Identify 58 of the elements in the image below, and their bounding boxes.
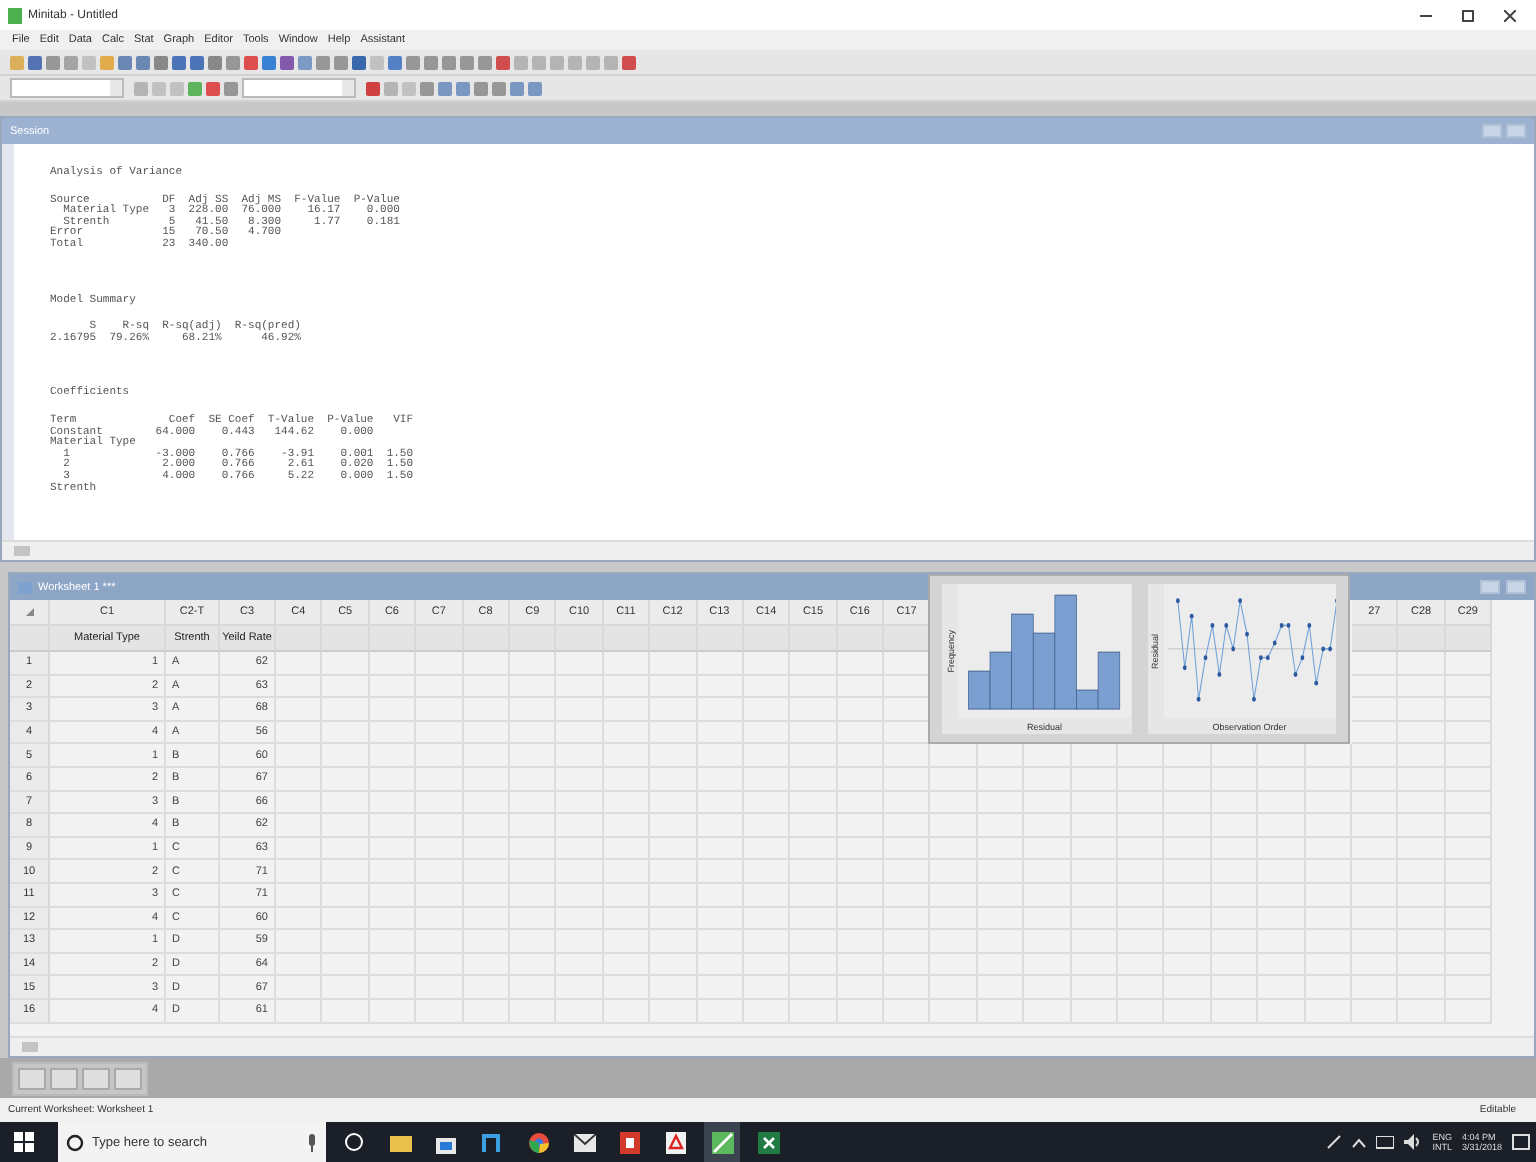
column-name-cell[interactable] (463, 626, 510, 652)
column-name-cell[interactable] (556, 626, 604, 652)
select-all-cell[interactable] (10, 600, 50, 626)
triangle-icon (25, 608, 33, 616)
table-cell[interactable] (743, 652, 791, 676)
search-icon (66, 1133, 84, 1151)
table-cell[interactable] (790, 652, 838, 676)
column-name-cell[interactable] (603, 626, 651, 652)
dropdown-field[interactable] (10, 78, 124, 98)
table-cell[interactable] (650, 652, 698, 676)
column-name-cell[interactable] (509, 626, 557, 652)
windows-logo-icon (14, 1132, 34, 1152)
table-cell[interactable] (509, 652, 557, 676)
column-name-cell[interactable] (790, 626, 838, 652)
column-name-cell[interactable] (1398, 626, 1446, 652)
volume-icon[interactable] (1404, 1134, 1423, 1150)
table-cell[interactable] (276, 652, 323, 676)
minimized-window-button[interactable] (114, 1067, 142, 1089)
column-name-cell[interactable] (322, 626, 370, 652)
table-cell[interactable] (369, 652, 417, 676)
tray-chevron-icon[interactable] (1352, 1137, 1367, 1147)
microphone-icon (306, 1133, 318, 1151)
table-cell[interactable] (1445, 652, 1493, 676)
dropdown-field[interactable] (242, 78, 356, 98)
column-name-cell[interactable] (743, 626, 791, 652)
table-cell[interactable] (322, 652, 370, 676)
close-icon (1504, 9, 1516, 21)
column-name-cell[interactable] (1445, 626, 1493, 652)
maximize-icon (1462, 9, 1474, 21)
table-cell[interactable] (556, 652, 604, 676)
table-cell[interactable] (416, 652, 464, 676)
corner-cell (10, 626, 50, 652)
table-cell[interactable] (463, 652, 510, 676)
column-name-cell[interactable] (837, 626, 885, 652)
table-cell[interactable] (603, 652, 651, 676)
column-name-cell[interactable] (369, 626, 417, 652)
network-icon[interactable] (1376, 1135, 1395, 1149)
table-cell[interactable] (1351, 744, 1399, 768)
column-name-cell[interactable] (650, 626, 698, 652)
table-cell[interactable] (697, 652, 744, 676)
minimized-window-button[interactable] (18, 1067, 46, 1089)
notification-icon[interactable] (1512, 1133, 1530, 1151)
horizontal-scrollbar[interactable] (10, 1036, 1534, 1056)
column-name-cell[interactable] (697, 626, 744, 652)
minimized-window-button[interactable] (82, 1067, 110, 1089)
table-cell[interactable] (884, 744, 931, 768)
table-cell[interactable] (1398, 652, 1446, 676)
tray-icon[interactable] (1326, 1134, 1343, 1150)
column-name-cell[interactable] (884, 626, 931, 652)
app-logo-icon (8, 7, 22, 23)
column-name-cell[interactable] (416, 626, 464, 652)
minimize-icon (1420, 9, 1432, 21)
column-name-cell[interactable] (276, 626, 323, 652)
column-name-cell[interactable] (1351, 626, 1399, 652)
chart-app-icon[interactable] (704, 1122, 740, 1162)
horizontal-scrollbar[interactable] (2, 540, 1534, 560)
minimized-window-button[interactable] (50, 1067, 78, 1089)
table-cell[interactable] (837, 652, 885, 676)
